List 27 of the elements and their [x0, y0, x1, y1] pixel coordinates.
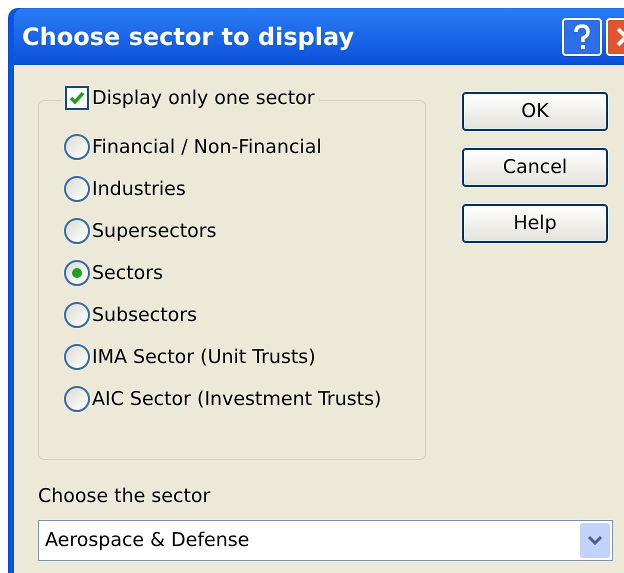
sector-dropdown[interactable]: Aerospace & Defense: [38, 520, 613, 560]
radio-button[interactable]: [64, 218, 90, 244]
dropdown-arrow-button[interactable]: [580, 522, 610, 558]
field-label: Choose the sector: [38, 484, 210, 509]
dialog-button[interactable]: Help: [462, 204, 608, 243]
checkbox[interactable]: [65, 86, 89, 110]
radio-button[interactable]: [64, 302, 90, 328]
radio-option[interactable]: Industries: [64, 168, 186, 210]
radio-option[interactable]: Supersectors: [64, 210, 216, 252]
radio-option[interactable]: AIC Sector (Investment Trusts): [64, 378, 382, 420]
radio-button[interactable]: [64, 134, 90, 160]
radio-button[interactable]: [64, 176, 90, 202]
window-title: Choose sector to display: [22, 22, 356, 52]
chevron-down-icon: [588, 535, 602, 545]
dialog-button[interactable]: Cancel: [462, 148, 608, 187]
radio-option[interactable]: IMA Sector (Unit Trusts): [64, 336, 316, 378]
help-title-button[interactable]: [562, 18, 602, 56]
dialog-button[interactable]: OK: [462, 92, 608, 131]
radio-button[interactable]: [64, 386, 90, 412]
radio-option[interactable]: Subsectors: [64, 294, 197, 336]
radio-button[interactable]: [64, 260, 90, 286]
question-mark-icon: [572, 24, 592, 50]
checkbox-option[interactable]: Display only one sector: [61, 84, 319, 112]
check-icon: [69, 91, 85, 106]
radio-option[interactable]: Sectors: [64, 252, 163, 294]
radio-option[interactable]: Financial / Non-Financial: [64, 126, 322, 168]
radio-button[interactable]: [64, 344, 90, 370]
